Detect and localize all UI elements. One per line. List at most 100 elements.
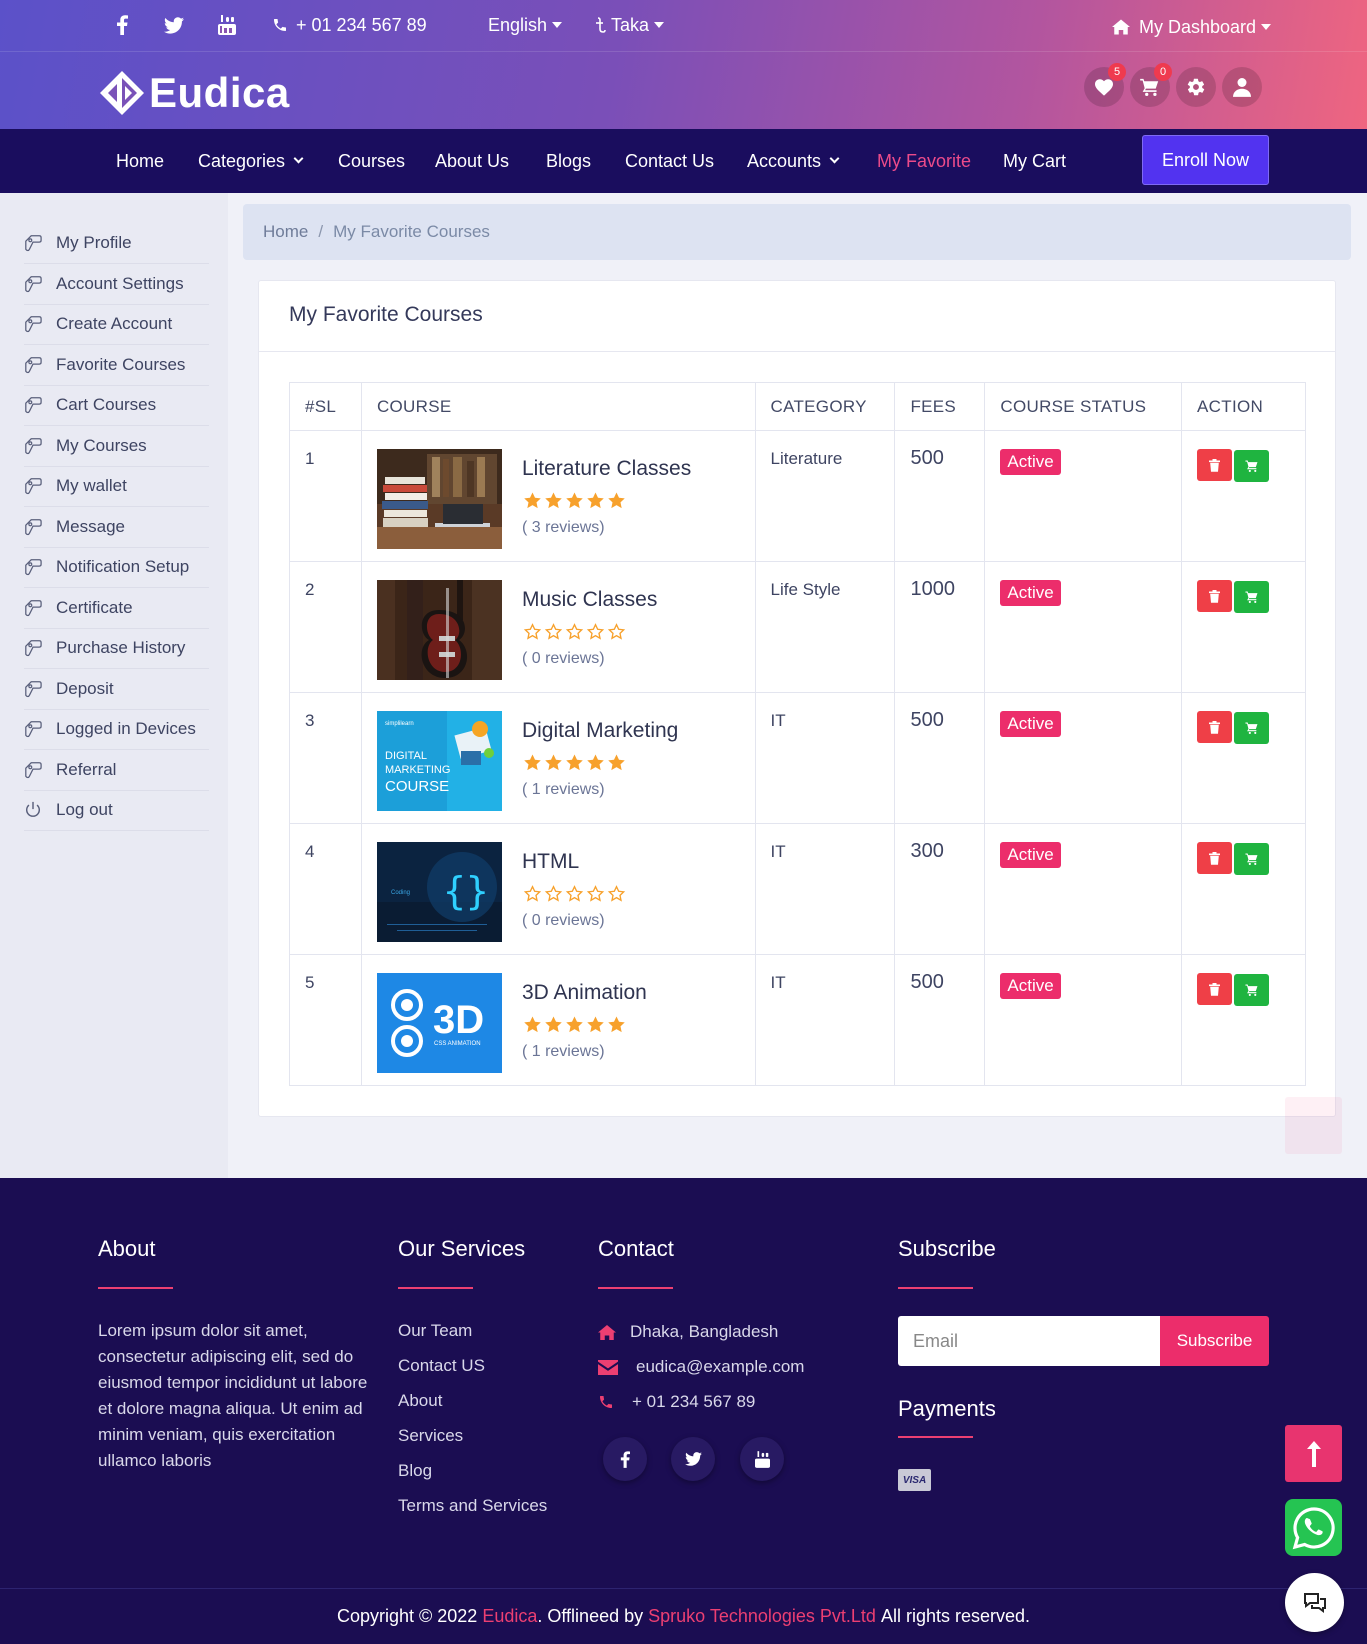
back-to-top-button[interactable]	[1285, 1425, 1342, 1482]
footer-link-our-team[interactable]: Our Team	[398, 1321, 472, 1341]
sidebar-item-favorite-courses[interactable]: Favorite Courses	[24, 344, 209, 386]
sidebar-item-deposit[interactable]: Deposit	[24, 668, 209, 710]
nav-accounts[interactable]: Accounts	[747, 129, 840, 193]
footer-link-terms-and-services[interactable]: Terms and Services	[398, 1496, 547, 1516]
delete-button[interactable]	[1197, 973, 1233, 1005]
nav-categories[interactable]: Categories	[198, 129, 304, 193]
brand-logo[interactable]: Eudica	[99, 68, 290, 118]
footer-link-blog[interactable]: Blog	[398, 1461, 432, 1481]
sidebar-item-notification-setup[interactable]: Notification Setup	[24, 546, 209, 588]
whatsapp-button[interactable]	[1285, 1499, 1342, 1556]
add-to-cart-button[interactable]	[1234, 842, 1270, 875]
star-empty-icon	[565, 885, 584, 902]
delete-button[interactable]	[1197, 842, 1233, 874]
language-dropdown[interactable]: English	[488, 0, 563, 50]
facebook-icon[interactable]	[116, 0, 128, 50]
cell-course: 3D CSS ANIMATION 3D Animation ( 1 reviews)	[360, 954, 756, 1086]
nav-my-cart[interactable]: My Cart	[1003, 129, 1066, 193]
tag-icon	[25, 639, 42, 656]
sidebar-item-cart-courses[interactable]: Cart Courses	[24, 384, 209, 426]
sidebar-item-create-account[interactable]: Create Account	[24, 303, 209, 345]
sidebar-item-my-courses[interactable]: My Courses	[24, 425, 209, 467]
copyright-mid: . Offlineed by	[537, 1606, 644, 1626]
sidebar-item-certificate[interactable]: Certificate	[24, 587, 209, 629]
phone-number: + 01 234 567 89	[296, 14, 427, 35]
nav-about-us[interactable]: About Us	[435, 129, 509, 193]
footer-link-about[interactable]: About	[398, 1391, 442, 1411]
course-name[interactable]: Music Classes	[522, 588, 657, 612]
footer-youtube-icon[interactable]	[740, 1437, 784, 1481]
star-empty-icon	[586, 885, 605, 902]
contact-email[interactable]: eudica@example.com	[598, 1357, 804, 1377]
course-thumbnail[interactable]: {} Coding	[376, 842, 502, 942]
cell-action	[1181, 692, 1306, 824]
sidebar-item-logged-in-devices[interactable]: Logged in Devices	[24, 708, 209, 750]
course-thumbnail[interactable]: 3D CSS ANIMATION	[376, 973, 502, 1073]
course-thumbnail[interactable]	[376, 580, 502, 680]
course-name[interactable]: HTML	[522, 850, 627, 874]
copyright-brand-link[interactable]: Eudica	[482, 1606, 537, 1627]
sidebar-item-message[interactable]: Message	[24, 506, 209, 548]
subscribe-email-input[interactable]	[898, 1316, 1160, 1366]
breadcrumb-home[interactable]: Home	[263, 222, 308, 242]
sidebar-item-my-wallet[interactable]: My wallet	[24, 465, 209, 507]
cell-category: IT	[754, 823, 896, 955]
contact-phone[interactable]: + 01 234 567 89	[598, 1392, 755, 1412]
star-empty-icon	[523, 885, 542, 902]
footer-facebook-icon[interactable]	[603, 1437, 647, 1481]
cell-sl: 1	[289, 430, 362, 562]
delete-button[interactable]	[1197, 449, 1233, 481]
youtube-icon[interactable]	[218, 0, 236, 50]
favorites-button[interactable]: 5	[1084, 63, 1126, 107]
column-header-action: ACTION	[1181, 382, 1306, 431]
cart-icon	[1245, 722, 1258, 734]
footer-twitter-icon[interactable]	[671, 1437, 715, 1481]
nav-contact-us[interactable]: Contact Us	[625, 129, 714, 193]
cart-button[interactable]: 0	[1130, 63, 1172, 107]
user-button[interactable]	[1222, 67, 1262, 107]
breadcrumb-separator: /	[318, 222, 324, 241]
rating-stars	[522, 884, 627, 904]
copyright-suffix: All rights reserved.	[880, 1606, 1031, 1626]
sidebar-item-my-profile[interactable]: My Profile	[24, 222, 209, 264]
nav-home[interactable]: Home	[116, 129, 164, 193]
digital-marketing-thumbnail: simplilearn DIGITAL MARKETING COURSE	[376, 711, 502, 811]
dashboard-label: My Dashboard	[1139, 16, 1257, 37]
currency-label: Taka	[611, 14, 650, 35]
course-name[interactable]: Literature Classes	[522, 457, 691, 481]
star-filled-icon	[587, 754, 604, 771]
nav-courses[interactable]: Courses	[338, 129, 405, 193]
footer-services-title: Our Services	[398, 1236, 526, 1261]
course-name[interactable]: Digital Marketing	[522, 719, 678, 743]
nav-my-favorite[interactable]: My Favorite	[877, 129, 971, 193]
copyright-company-link[interactable]: Spruko Technologies Pvt.Ltd	[648, 1606, 876, 1627]
course-thumbnail[interactable]: simplilearn DIGITAL MARKETING COURSE	[376, 711, 502, 811]
add-to-cart-button[interactable]	[1234, 449, 1270, 482]
add-to-cart-button[interactable]	[1234, 711, 1270, 744]
sidebar-item-purchase-history[interactable]: Purchase History	[24, 627, 209, 669]
course-name[interactable]: 3D Animation	[522, 981, 647, 1005]
sidebar-item-log-out[interactable]: Log out	[24, 789, 209, 831]
settings-button[interactable]	[1176, 67, 1216, 107]
chat-icon	[1303, 1592, 1326, 1613]
sidebar-item-account-settings[interactable]: Account Settings	[24, 263, 209, 305]
subscribe-button[interactable]: Subscribe	[1160, 1316, 1269, 1366]
footer-link-contact-us[interactable]: Contact US	[398, 1356, 485, 1376]
delete-button[interactable]	[1197, 711, 1233, 743]
currency-dropdown[interactable]: Taka	[596, 0, 665, 50]
sidebar-item-label: Message	[56, 516, 125, 536]
add-to-cart-button[interactable]	[1234, 973, 1270, 1006]
add-to-cart-button[interactable]	[1234, 580, 1270, 613]
sidebar-item-label: Certificate	[56, 597, 133, 617]
delete-button[interactable]	[1197, 580, 1233, 612]
footer-link-services[interactable]: Services	[398, 1426, 463, 1446]
phone-link[interactable]: + 01 234 567 89	[272, 0, 427, 50]
chat-button[interactable]	[1285, 1573, 1344, 1632]
sidebar-item-referral[interactable]: Referral	[24, 749, 209, 791]
enroll-now-button[interactable]: Enroll Now	[1142, 135, 1269, 185]
nav-blogs[interactable]: Blogs	[546, 129, 591, 193]
course-thumbnail[interactable]	[376, 449, 502, 549]
twitter-icon[interactable]	[164, 0, 184, 50]
top-bar: + 01 234 567 89 English Taka My Dashboar…	[0, 0, 1367, 52]
dashboard-dropdown[interactable]: My Dashboard	[1112, 2, 1272, 52]
